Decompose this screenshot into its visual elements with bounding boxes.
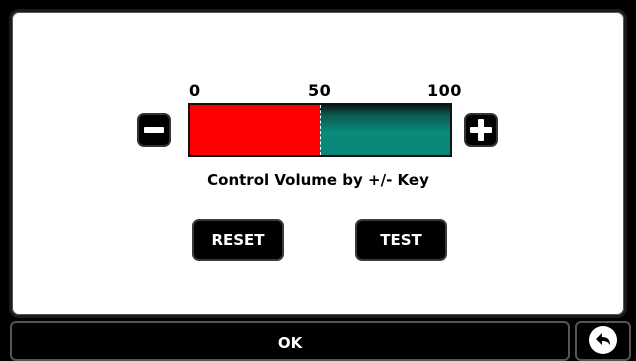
back-button[interactable] [575, 321, 631, 361]
volume-increase-button[interactable] [464, 113, 498, 147]
ok-button[interactable]: OK [10, 321, 570, 361]
minus-icon [144, 127, 164, 133]
plus-icon [470, 119, 492, 141]
volume-level-bar[interactable] [188, 103, 452, 157]
back-arrow-icon [589, 326, 617, 354]
scale-label-min: 0 [189, 81, 201, 100]
volume-decrease-button[interactable] [137, 113, 171, 147]
volume-level-track [320, 105, 450, 155]
scale-label-mid: 50 [308, 81, 332, 100]
reset-button[interactable]: RESET [192, 219, 284, 261]
ok-button-label: OK [277, 334, 303, 352]
test-button[interactable]: TEST [355, 219, 447, 261]
volume-level-fill [190, 105, 320, 155]
volume-panel [9, 9, 627, 318]
volume-level-marker [320, 105, 321, 155]
volume-caption: Control Volume by +/- Key [207, 171, 429, 189]
scale-label-max: 100 [427, 81, 462, 100]
